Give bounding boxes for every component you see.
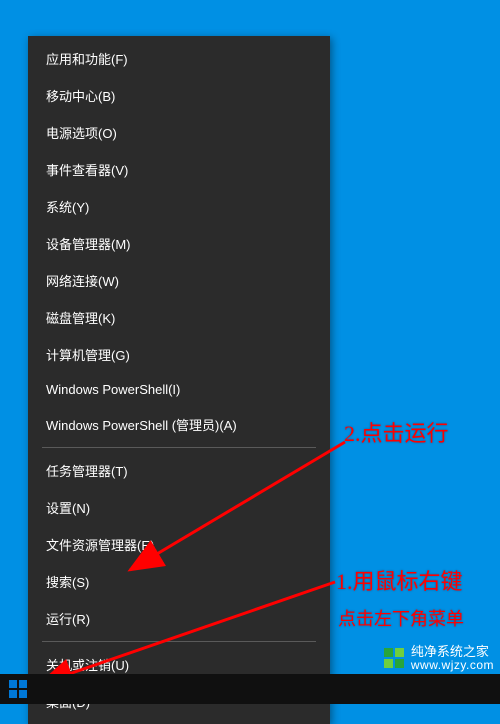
- menu-powershell[interactable]: Windows PowerShell(I): [28, 373, 330, 406]
- menu-disk-management[interactable]: 磁盘管理(K): [28, 299, 330, 336]
- menu-search[interactable]: 搜索(S): [28, 563, 330, 600]
- windows-logo-icon: [9, 680, 27, 698]
- menu-separator: [42, 447, 316, 448]
- menu-file-explorer[interactable]: 文件资源管理器(E): [28, 526, 330, 563]
- watermark: 纯净系统之家 www.wjzy.com: [383, 645, 494, 672]
- menu-computer-management[interactable]: 计算机管理(G): [28, 336, 330, 373]
- menu-mobility-center[interactable]: 移动中心(B): [28, 77, 330, 114]
- menu-powershell-admin[interactable]: Windows PowerShell (管理员)(A): [28, 406, 330, 443]
- menu-device-manager[interactable]: 设备管理器(M): [28, 225, 330, 262]
- watermark-brand: 纯净系统之家: [411, 645, 494, 659]
- start-button[interactable]: [4, 676, 32, 702]
- taskbar: [0, 674, 500, 704]
- menu-apps-features[interactable]: 应用和功能(F): [28, 40, 330, 77]
- menu-power-options[interactable]: 电源选项(O): [28, 114, 330, 151]
- menu-run[interactable]: 运行(R): [28, 600, 330, 637]
- watermark-url: www.wjzy.com: [411, 659, 494, 672]
- menu-system[interactable]: 系统(Y): [28, 188, 330, 225]
- annotation-step1-line2: 点击左下角菜单: [338, 605, 464, 631]
- winx-context-menu: 应用和功能(F)移动中心(B)电源选项(O)事件查看器(V)系统(Y)设备管理器…: [28, 36, 330, 724]
- watermark-logo-icon: [383, 647, 405, 669]
- menu-settings[interactable]: 设置(N): [28, 489, 330, 526]
- menu-task-manager[interactable]: 任务管理器(T): [28, 452, 330, 489]
- menu-event-viewer[interactable]: 事件查看器(V): [28, 151, 330, 188]
- annotation-step1-line1: 1.用鼠标右键: [336, 564, 463, 596]
- annotation-step2: 2.点击运行: [344, 416, 449, 448]
- menu-network-connections[interactable]: 网络连接(W): [28, 262, 330, 299]
- menu-separator: [42, 641, 316, 642]
